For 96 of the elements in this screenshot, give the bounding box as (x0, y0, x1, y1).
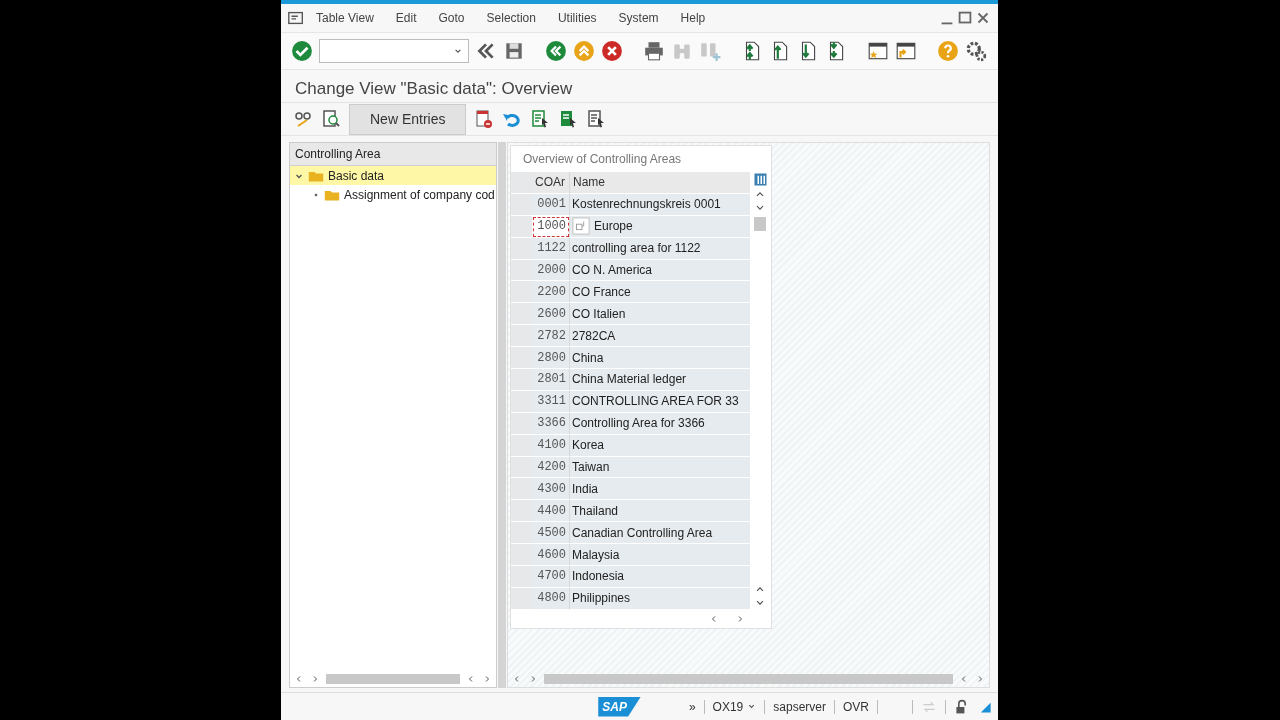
table-cell-text: Taiwan (572, 459, 610, 476)
table-cell[interactable]: 1000 (532, 215, 570, 238)
row-selector[interactable] (511, 544, 532, 567)
table-cell-text: Philippines (572, 590, 631, 608)
table-cell-text: Controlling Area for 3366 (572, 415, 705, 433)
menu-item[interactable]: Utilities (546, 9, 608, 27)
print-icon[interactable] (643, 40, 665, 62)
row-selector[interactable] (511, 281, 532, 304)
row-selector[interactable] (511, 587, 532, 610)
row-selector[interactable] (511, 259, 532, 282)
command-field[interactable] (319, 39, 469, 63)
row-selector[interactable] (511, 456, 532, 479)
table-cell-text: Thailand (572, 502, 619, 520)
column-header[interactable]: Name (570, 172, 750, 194)
tree-item[interactable]: Assignment of company cod (290, 185, 496, 204)
table-cell[interactable]: 0001 (532, 193, 570, 216)
save-icon[interactable] (503, 40, 525, 62)
row-selector[interactable] (511, 522, 532, 545)
tree-header: Controlling Area (290, 143, 496, 166)
row-selector[interactable] (511, 237, 532, 260)
detail-icon[interactable] (321, 109, 341, 129)
input-mode[interactable]: OVR (843, 697, 869, 716)
table-cell-text: Malaysia (572, 546, 620, 564)
table-cell[interactable]: 4200 (532, 456, 570, 479)
table-cell-text: Indonesia (572, 568, 625, 586)
table-cell[interactable]: 4800 (532, 587, 570, 610)
menu-icon[interactable] (287, 9, 305, 27)
row-selector[interactable] (511, 215, 532, 238)
table-cell-text: China (572, 349, 604, 367)
row-selector[interactable] (511, 412, 532, 435)
table-cell-text: CONTROLLING AREA FOR 33 (572, 393, 739, 411)
horizontal-scrollbar[interactable] (544, 674, 953, 684)
row-selector[interactable] (511, 434, 532, 457)
horizontal-scrollbar[interactable] (326, 674, 460, 684)
expand-button[interactable]: » (688, 697, 696, 716)
up-icon[interactable] (573, 40, 595, 62)
table-cell[interactable]: 2000 (532, 259, 570, 282)
menu-item[interactable]: Goto (427, 9, 476, 27)
row-selector[interactable] (511, 325, 532, 348)
row-selector[interactable] (511, 369, 532, 391)
table-cell[interactable]: 2600 (532, 303, 570, 326)
table-cell[interactable]: 4400 (532, 500, 570, 523)
column-header[interactable]: COAr (532, 172, 570, 194)
scroll-thumb[interactable] (754, 217, 766, 231)
table-cell[interactable]: 2800 (532, 347, 570, 369)
logo: SAP (598, 696, 641, 717)
table-cell[interactable]: 2200 (532, 281, 570, 304)
table-cell-text: Korea (572, 437, 605, 455)
back-icon[interactable] (545, 40, 567, 62)
delete-row-icon[interactable] (474, 109, 495, 129)
tree-item[interactable]: Basic data (290, 166, 496, 185)
table-cell[interactable]: 4600 (532, 544, 570, 567)
table-cell-text: China Material ledger (572, 371, 687, 389)
screen-title: Change View "Basic data": Overview (294, 78, 574, 100)
table-cell[interactable]: 4300 (532, 478, 570, 501)
caret-icon (747, 702, 757, 711)
table-cell[interactable]: 3311 (532, 390, 570, 413)
new-entries-button[interactable]: New Entries (349, 103, 467, 135)
table-cell-text: 2782CA (572, 327, 616, 345)
table-cell-text: Canadian Controlling Area (572, 524, 713, 542)
server-name: sapserver (773, 698, 826, 716)
settings-icon[interactable] (965, 40, 987, 62)
transaction-field[interactable]: OX19 (712, 697, 757, 716)
table-cell[interactable]: 4500 (532, 522, 570, 545)
menu-item[interactable]: Selection (475, 9, 547, 27)
table-cell-text: controlling area for 1122 (572, 240, 701, 258)
menu-item[interactable]: Help (669, 9, 717, 27)
table-cell-text: Kostenrechnungskreis 0001 (572, 196, 721, 214)
glasses-pencil-icon[interactable] (293, 109, 313, 129)
table-cell[interactable]: 3366 (532, 412, 570, 435)
cancel-icon[interactable] (601, 40, 623, 62)
help-icon[interactable] (937, 40, 959, 62)
row-selector[interactable] (511, 478, 532, 501)
row-selector[interactable] (511, 347, 532, 369)
row-selector[interactable] (511, 390, 532, 413)
menu-item[interactable]: Edit (384, 9, 428, 27)
table-title: Overview of Controlling Areas (522, 151, 683, 168)
table-cell-text: CO France (572, 283, 631, 301)
row-selector[interactable] (511, 500, 532, 523)
table-cell-text: CO N. America (572, 262, 652, 279)
menu-item[interactable]: Table View (305, 9, 385, 27)
table-cell[interactable]: 1122 (532, 237, 570, 260)
table-cell-text: Europe (594, 218, 633, 236)
menu-item[interactable]: System (607, 9, 670, 27)
row-selector[interactable] (511, 193, 532, 216)
table-cell[interactable]: 2782 (532, 325, 570, 348)
table-cell[interactable]: 2801 (532, 369, 570, 391)
row-selector[interactable] (511, 303, 532, 326)
table-cell-text: India (572, 480, 599, 498)
check-icon[interactable] (291, 40, 313, 62)
column-layout-icon[interactable] (752, 172, 768, 187)
table-cell[interactable]: 4100 (532, 434, 570, 457)
row-selector[interactable] (511, 566, 532, 588)
table-cell[interactable]: 4700 (532, 566, 570, 588)
table-cell-text: CO Italien (572, 305, 626, 323)
value-help-icon[interactable] (572, 217, 590, 236)
